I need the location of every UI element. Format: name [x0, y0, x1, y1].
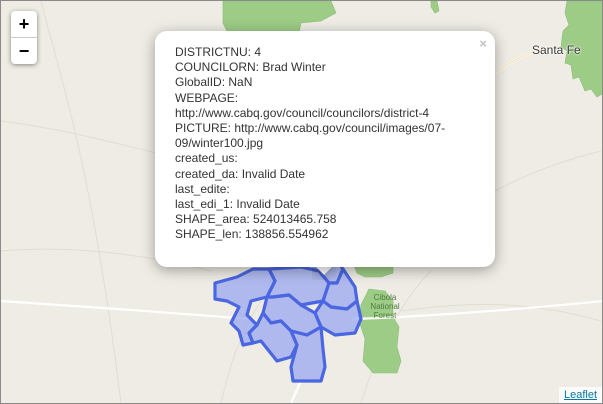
zoom-out-button[interactable]: −: [11, 38, 37, 64]
popup-picture-url: PICTURE: http://www.cabq.gov/council/ima…: [175, 121, 446, 151]
popup-webpage-url: http://www.cabq.gov/council/councilors/d…: [175, 105, 430, 120]
popup-attribute-line: created_us:: [175, 151, 238, 166]
popup-attribute-line: GlobalID: NaN: [175, 75, 253, 90]
forest-label-line: Cibola: [373, 293, 397, 302]
popup-attribute-line: last_edite:: [175, 181, 230, 196]
popup-attribute-line: DISTRICTNU: 4: [175, 45, 262, 59]
popup-attribute-line: created_da: Invalid Date: [175, 166, 306, 181]
attribution-control: Leaflet: [558, 387, 602, 403]
popup-content: DISTRICTNU: 4 COUNCILORN: Brad Winter Gl…: [175, 45, 485, 243]
leaflet-attribution-link[interactable]: Leaflet: [564, 389, 597, 401]
forest-label-line: Forest: [373, 311, 397, 320]
popup-attribute-line: SHAPE_area: 524013465.758: [175, 212, 337, 227]
zoom-control: + −: [11, 11, 37, 64]
place-label-santa-fe: Santa Fe: [532, 43, 581, 57]
zoom-in-button[interactable]: +: [11, 11, 37, 38]
map-container[interactable]: Santa Fe Cibola National Forest + − × DI…: [0, 0, 603, 404]
forest-label-line: National: [370, 302, 400, 311]
feature-popup: × DISTRICTNU: 4 COUNCILORN: Brad Winter …: [155, 31, 495, 267]
forest-label: Cibola National Forest: [367, 293, 403, 320]
district-polygon-south: [289, 325, 327, 383]
popup-attribute-line: WEBPAGE:: [175, 90, 239, 105]
popup-attribute-line: last_edi_1: Invalid Date: [175, 197, 300, 212]
popup-attribute-line: SHAPE_len: 138856.554962: [175, 227, 329, 242]
popup-attribute-line: COUNCILORN: Brad Winter: [175, 60, 326, 75]
popup-tip: [312, 266, 336, 280]
